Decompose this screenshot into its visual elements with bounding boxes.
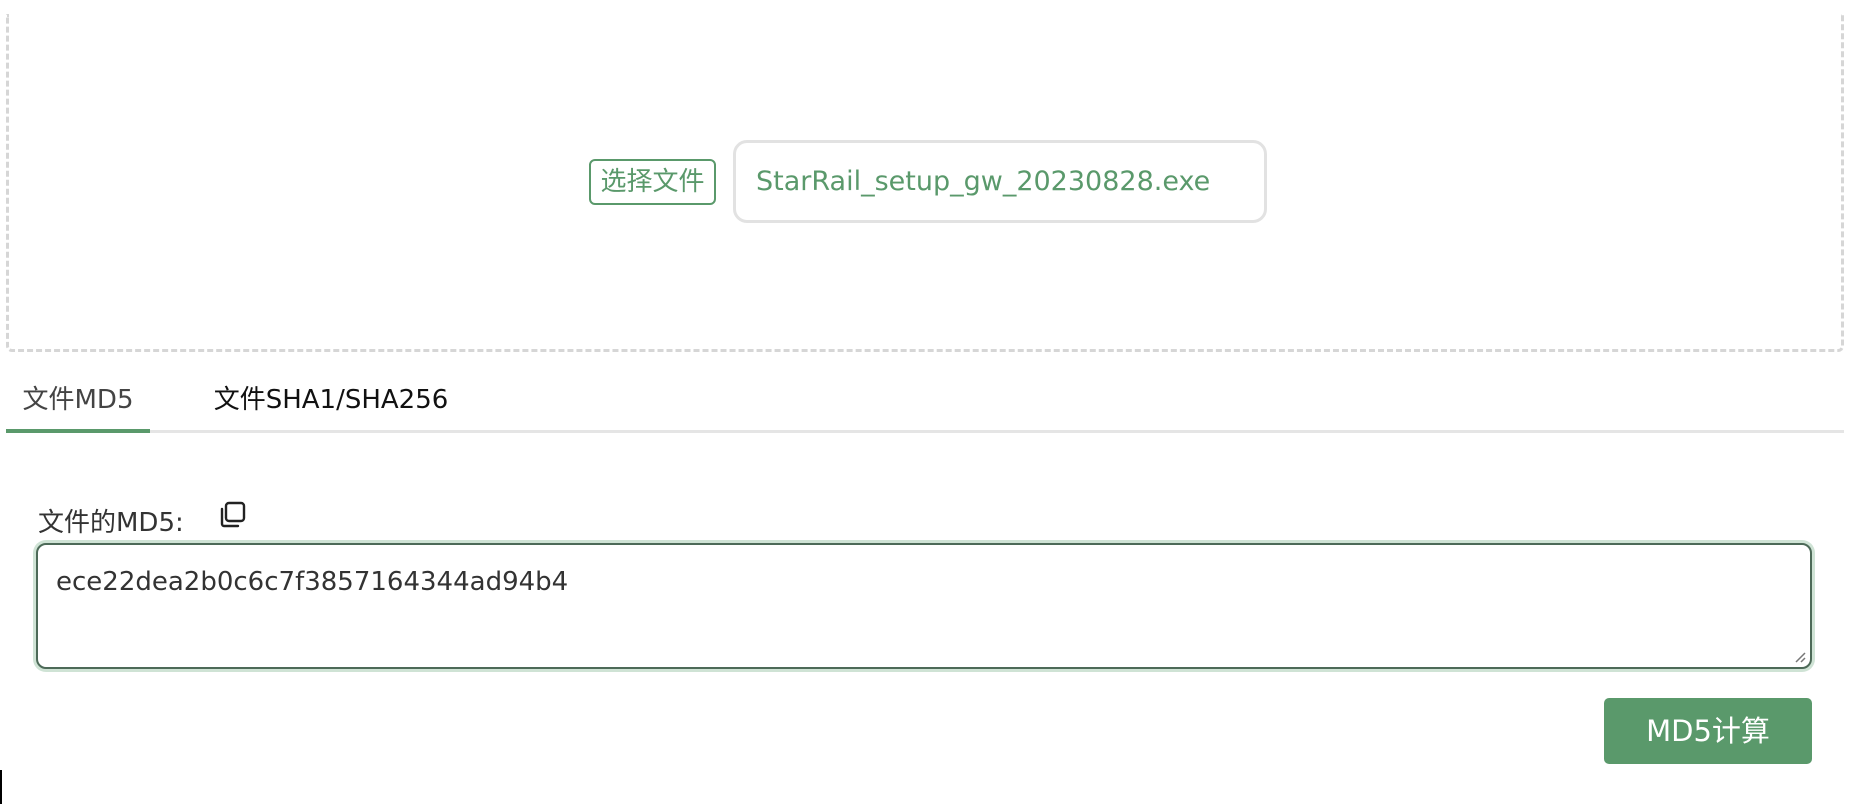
resize-handle-icon[interactable] xyxy=(1792,649,1806,663)
copy-icon[interactable] xyxy=(217,500,247,530)
selected-file-name: StarRail_setup_gw_20230828.exe xyxy=(733,140,1267,223)
page: 选择文件 StarRail_setup_gw_20230828.exe 文件MD… xyxy=(0,0,1876,804)
tab-file-md5-label: 文件MD5 xyxy=(22,385,134,415)
tab-file-md5[interactable]: 文件MD5 xyxy=(6,378,150,433)
tab-file-sha[interactable]: 文件SHA1/SHA256 xyxy=(201,378,461,430)
md5-result-label: 文件的MD5: xyxy=(38,508,184,538)
md5-calculate-button[interactable]: MD5计算 xyxy=(1604,698,1812,764)
choose-file-button[interactable]: 选择文件 xyxy=(589,159,716,205)
tab-file-sha-label: 文件SHA1/SHA256 xyxy=(213,385,449,415)
active-tab-indicator xyxy=(6,429,150,433)
md5-result-field[interactable]: ece22dea2b0c6c7f3857164344ad94b4 xyxy=(36,543,1812,669)
text-cursor xyxy=(0,770,2,804)
tab-bar: 文件MD5 文件SHA1/SHA256 xyxy=(6,378,1844,433)
md5-result-value: ece22dea2b0c6c7f3857164344ad94b4 xyxy=(56,567,569,597)
